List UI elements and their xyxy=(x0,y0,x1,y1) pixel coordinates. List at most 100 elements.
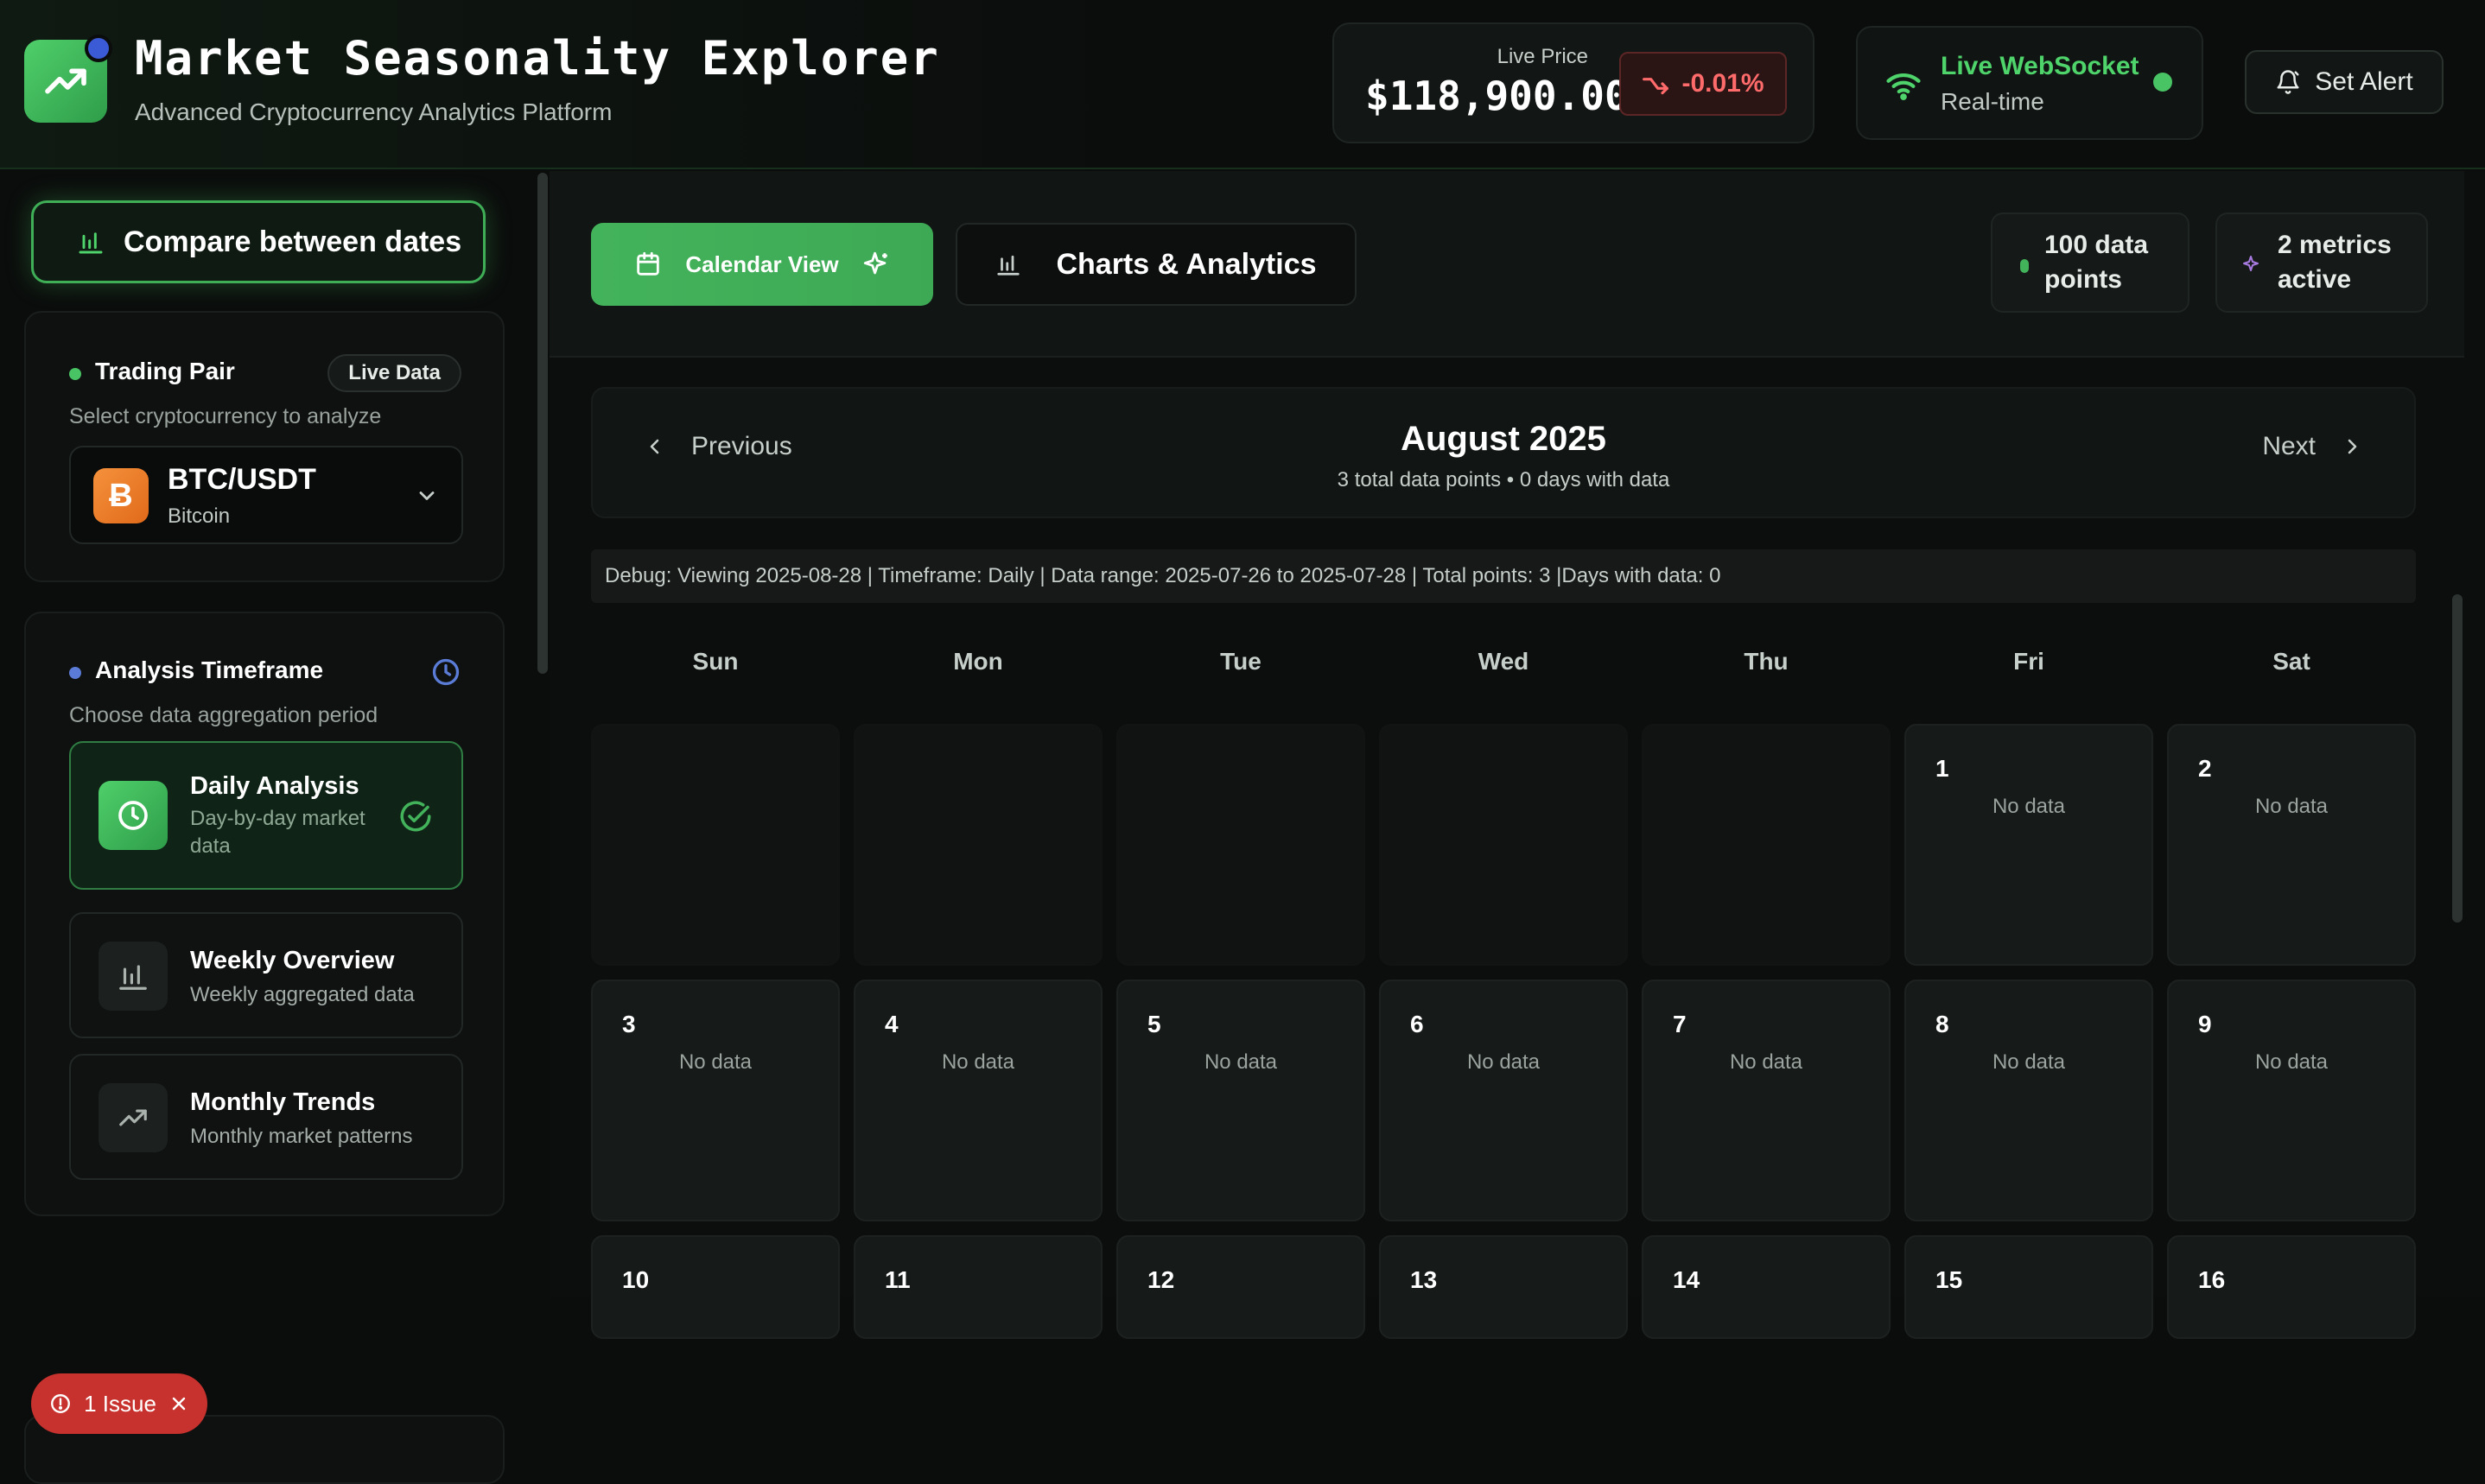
timeframe-option-daily[interactable]: Daily Analysis Day-by-day market data xyxy=(69,741,463,890)
clock-icon xyxy=(99,781,168,850)
no-data-label: No data xyxy=(1466,1050,1541,1074)
day-number: 2 xyxy=(2198,755,2212,782)
app-subtitle: Advanced Cryptocurrency Analytics Platfo… xyxy=(135,98,613,125)
no-data-label: No data xyxy=(941,1050,1015,1074)
app-header: Market Seasonality Explorer Advanced Cry… xyxy=(0,0,2485,169)
calendar-cell-empty xyxy=(1642,724,1891,966)
pair-symbol: BTC/USDT xyxy=(168,463,316,496)
calendar-day-cell[interactable]: 16 xyxy=(2167,1235,2416,1339)
calendar-day-cell[interactable]: 12 xyxy=(1116,1235,1365,1339)
websocket-status-card: Live WebSocket Real-time xyxy=(1856,26,2203,140)
calendar-day-cell[interactable]: 9 No data xyxy=(2167,980,2416,1221)
no-data-label: No data xyxy=(1992,1050,2066,1074)
analysis-timeframe-title: Analysis Timeframe xyxy=(95,656,324,683)
no-data-label: No data xyxy=(1729,1050,1803,1074)
calendar-day-cell[interactable]: 6 No data xyxy=(1379,980,1628,1221)
day-number: 16 xyxy=(2198,1266,2226,1293)
day-number: 12 xyxy=(1147,1266,1175,1293)
weekday-sun: Sun xyxy=(692,648,739,675)
calendar-day-cell[interactable]: 3 No data xyxy=(591,980,840,1221)
data-points-chip: 100 data points xyxy=(1991,212,2189,313)
calendar-day-cell[interactable]: 1 No data xyxy=(1904,724,2153,966)
calendar-day-cell[interactable]: 15 xyxy=(1904,1235,2153,1339)
next-month-button[interactable]: Next xyxy=(2262,432,2362,461)
timeframe-option-desc: Weekly aggregated data xyxy=(190,983,415,1006)
calendar-day-cell[interactable]: 4 No data xyxy=(854,980,1103,1221)
day-number: 11 xyxy=(885,1266,911,1293)
calendar-day-cell[interactable]: 2 No data xyxy=(2167,724,2416,966)
timeframe-option-name: Weekly Overview xyxy=(190,947,395,974)
no-data-label: No data xyxy=(678,1050,753,1074)
tab-calendar-view[interactable]: Calendar View xyxy=(591,223,933,306)
compare-dates-label: Compare between dates xyxy=(124,225,462,258)
live-price-value: $118,900.00 xyxy=(1365,73,1629,119)
bar-chart-icon xyxy=(79,232,103,254)
day-number: 14 xyxy=(1673,1266,1700,1293)
bar-chart-icon xyxy=(99,942,168,1011)
calendar-cell-empty xyxy=(1116,724,1365,966)
metrics-line2: active xyxy=(2278,265,2352,294)
day-number: 1 xyxy=(1935,755,1949,782)
bitcoin-icon: Ƀ xyxy=(93,468,149,523)
day-number: 8 xyxy=(1935,1011,1949,1037)
day-number: 5 xyxy=(1147,1011,1161,1037)
price-change-badge: -0.01% xyxy=(1619,52,1787,116)
calendar-day-cell[interactable]: 7 No data xyxy=(1642,980,1891,1221)
day-number: 7 xyxy=(1673,1011,1687,1037)
day-number: 3 xyxy=(622,1011,636,1037)
trending-up-icon xyxy=(45,68,86,94)
timeframe-option-name: Daily Analysis xyxy=(190,772,359,800)
weekday-wed: Wed xyxy=(1478,648,1529,675)
day-number: 13 xyxy=(1410,1266,1438,1293)
tab-charts-analytics[interactable]: Charts & Analytics xyxy=(956,223,1357,306)
tab-charts-label: Charts & Analytics xyxy=(1056,247,1317,281)
close-icon[interactable] xyxy=(168,1393,189,1414)
main-content: Calendar View Charts & Analytics 100 dat… xyxy=(550,171,2485,1339)
data-points-line2: points xyxy=(2044,265,2122,294)
app-title: Market Seasonality Explorer xyxy=(135,31,940,86)
calendar-day-cell[interactable]: 8 No data xyxy=(1904,980,2153,1221)
data-points-dot xyxy=(2020,259,2029,273)
weekday-mon: Mon xyxy=(953,648,1003,675)
weekday-sat: Sat xyxy=(2272,648,2310,675)
sidebar: Compare between dates Trading Pair Live … xyxy=(0,171,536,1484)
sparkle-icon xyxy=(863,251,887,275)
main-scrollbar[interactable] xyxy=(2452,594,2463,923)
chevron-down-icon xyxy=(419,491,435,500)
no-data-label: No data xyxy=(1992,795,2066,818)
day-number: 9 xyxy=(2198,1011,2212,1037)
analysis-timeframe-panel: Analysis Timeframe Choose data aggregati… xyxy=(24,612,505,1216)
timeframe-dot xyxy=(69,667,81,679)
compare-dates-button[interactable]: Compare between dates xyxy=(31,200,486,283)
price-change-value: -0.01% xyxy=(1681,69,1764,98)
trend-down-icon xyxy=(1643,78,1669,95)
calendar-day-cell[interactable]: 13 xyxy=(1379,1235,1628,1339)
trading-pair-title: Trading Pair xyxy=(95,358,235,384)
calendar-day-cell[interactable]: 10 xyxy=(591,1235,840,1339)
issue-badge[interactable]: 1 Issue xyxy=(31,1373,207,1434)
trading-pair-select[interactable]: Ƀ BTC/USDT Bitcoin xyxy=(69,446,463,544)
month-summary: 3 total data points • 0 days with data xyxy=(1337,468,1670,491)
calendar-cell-empty xyxy=(591,724,840,966)
timeframe-option-weekly[interactable]: Weekly Overview Weekly aggregated data xyxy=(69,912,463,1038)
day-number: 4 xyxy=(885,1011,899,1037)
bell-icon xyxy=(2277,70,2299,94)
live-price-card: Live Price $118,900.00 -0.01% xyxy=(1332,22,1814,143)
websocket-title: Live WebSocket xyxy=(1941,52,2139,80)
check-circle-icon xyxy=(400,801,431,832)
timeframe-option-monthly[interactable]: Monthly Trends Monthly market patterns xyxy=(69,1054,463,1180)
calendar-day-cell[interactable]: 5 No data xyxy=(1116,980,1365,1221)
data-points-line1: 100 data xyxy=(2044,231,2149,259)
timeframe-option-desc: Monthly market patterns xyxy=(190,1125,413,1148)
pair-full-name: Bitcoin xyxy=(168,504,231,528)
sidebar-scrollbar[interactable] xyxy=(537,173,548,674)
calendar-cell-empty xyxy=(1379,724,1628,966)
bar-chart-icon xyxy=(997,255,1020,276)
live-price-label: Live Price xyxy=(1497,45,1588,68)
trading-pair-panel: Trading Pair Live Data Select cryptocurr… xyxy=(24,311,505,582)
sparkle-icon xyxy=(2243,256,2259,271)
calendar-day-cell[interactable]: 11 xyxy=(854,1235,1103,1339)
websocket-status-dot xyxy=(2153,73,2172,92)
calendar-day-cell[interactable]: 14 xyxy=(1642,1235,1891,1339)
set-alert-button[interactable]: Set Alert xyxy=(2245,50,2444,114)
